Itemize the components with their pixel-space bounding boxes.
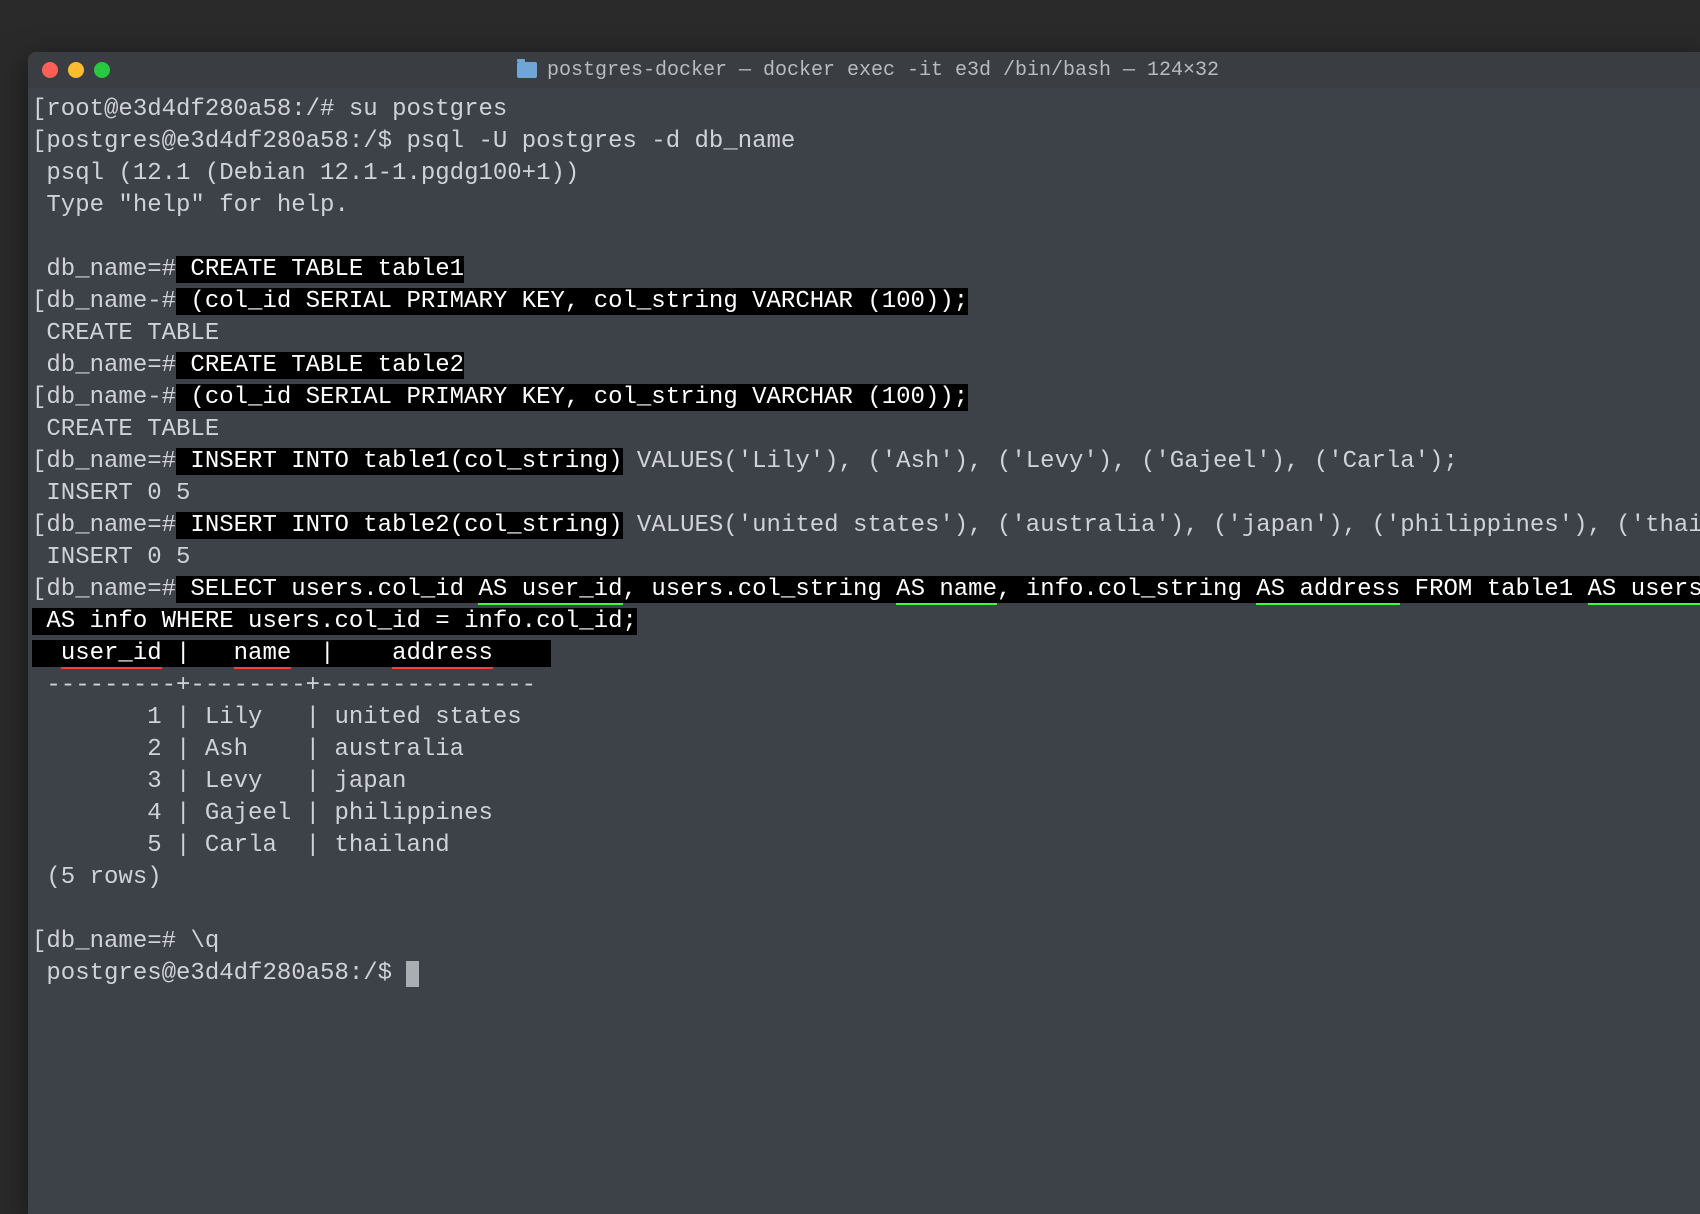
spacer [493, 640, 551, 667]
alias-name: AS name [896, 576, 997, 605]
table-row: 1 | Lily | united states [32, 704, 522, 731]
sql-select: SELECT users.col_id AS user_id, users.co… [176, 576, 1700, 603]
col-user-id: user_id [61, 640, 162, 669]
alias-address: AS address [1256, 576, 1400, 605]
alias-users: AS users [1588, 576, 1700, 605]
psql-prompt-cont: [db_name-# [32, 384, 176, 411]
psql-output: CREATE TABLE [32, 320, 219, 347]
sql-insert-table2-values: VALUES('united states'), ('australia'), … [623, 512, 1700, 539]
spacer [32, 640, 61, 667]
minimize-icon[interactable] [68, 62, 84, 78]
psql-output: INSERT 0 5 [32, 544, 190, 571]
sql-create-table1: CREATE TABLE table1 [176, 256, 464, 283]
col-name: name [234, 640, 292, 669]
folder-icon [517, 62, 537, 78]
psql-prompt-cont: [db_name-# [32, 288, 176, 315]
title-bar: postgres-docker — docker exec -it e3d /b… [28, 52, 1700, 88]
table-row: 5 | Carla | thailand [32, 832, 450, 859]
shell-prompt: [postgres@e3d4df280a58:/$ [32, 128, 406, 155]
sql-create-table2-cols: (col_id SERIAL PRIMARY KEY, col_string V… [176, 384, 968, 411]
psql-prompt: db_name=# [32, 256, 176, 283]
close-icon[interactable] [42, 62, 58, 78]
sql-create-table1-cols: (col_id SERIAL PRIMARY KEY, col_string V… [176, 288, 968, 315]
sql-select-line2: AS info WHERE users.col_id = info.col_id… [32, 608, 637, 635]
window-title: postgres-docker — docker exec -it e3d /b… [28, 59, 1700, 82]
sql-insert-table1-values: VALUES('Lily'), ('Ash'), ('Levy'), ('Gaj… [623, 448, 1458, 475]
sql-select-part: , info.col_string [997, 576, 1256, 603]
sql-insert-table2: INSERT INTO table2(col_string) [176, 512, 622, 539]
alias-user-id: AS user_id [478, 576, 622, 605]
spacer: | [162, 640, 234, 667]
maximize-icon[interactable] [94, 62, 110, 78]
psql-help-hint: Type "help" for help. [32, 192, 349, 219]
sql-select-part: SELECT users.col_id [176, 576, 478, 603]
psql-prompt: db_name=# [32, 352, 176, 379]
sql-insert-table1: INSERT INTO table1(col_string) [176, 448, 622, 475]
table-row: 4 | Gajeel | philippines [32, 800, 493, 827]
shell-command: su postgres [349, 96, 507, 123]
table-row: 2 | Ash | australia [32, 736, 464, 763]
terminal-body[interactable]: [root@e3d4df280a58:/# su postgres [postg… [28, 88, 1700, 996]
psql-prompt: [db_name=# [32, 928, 190, 955]
psql-prompt: [db_name=# [32, 448, 176, 475]
traffic-lights [42, 62, 110, 78]
shell-command: psql -U postgres -d db_name [406, 128, 795, 155]
col-address: address [392, 640, 493, 669]
cursor [406, 961, 419, 987]
psql-prompt: [db_name=# [32, 512, 176, 539]
psql-quit: \q [190, 928, 219, 955]
result-divider: ---------+--------+--------------- [32, 672, 536, 699]
psql-output: INSERT 0 5 [32, 480, 190, 507]
psql-version: psql (12.1 (Debian 12.1-1.pgdg100+1)) [32, 160, 579, 187]
shell-prompt: postgres@e3d4df280a58:/$ [32, 960, 406, 987]
rows-footer: (5 rows) [32, 864, 162, 891]
spacer: | [291, 640, 392, 667]
terminal-window: postgres-docker — docker exec -it e3d /b… [28, 52, 1700, 1214]
sql-select-part: , users.col_string [623, 576, 897, 603]
result-header: user_id | name | address [32, 640, 551, 667]
psql-output: CREATE TABLE [32, 416, 219, 443]
psql-prompt: [db_name=# [32, 576, 176, 603]
table-row: 3 | Levy | japan [32, 768, 406, 795]
sql-create-table2: CREATE TABLE table2 [176, 352, 464, 379]
sql-select-part: FROM table1 [1400, 576, 1587, 603]
window-title-text: postgres-docker — docker exec -it e3d /b… [547, 59, 1219, 82]
shell-prompt: [root@e3d4df280a58:/# [32, 96, 349, 123]
